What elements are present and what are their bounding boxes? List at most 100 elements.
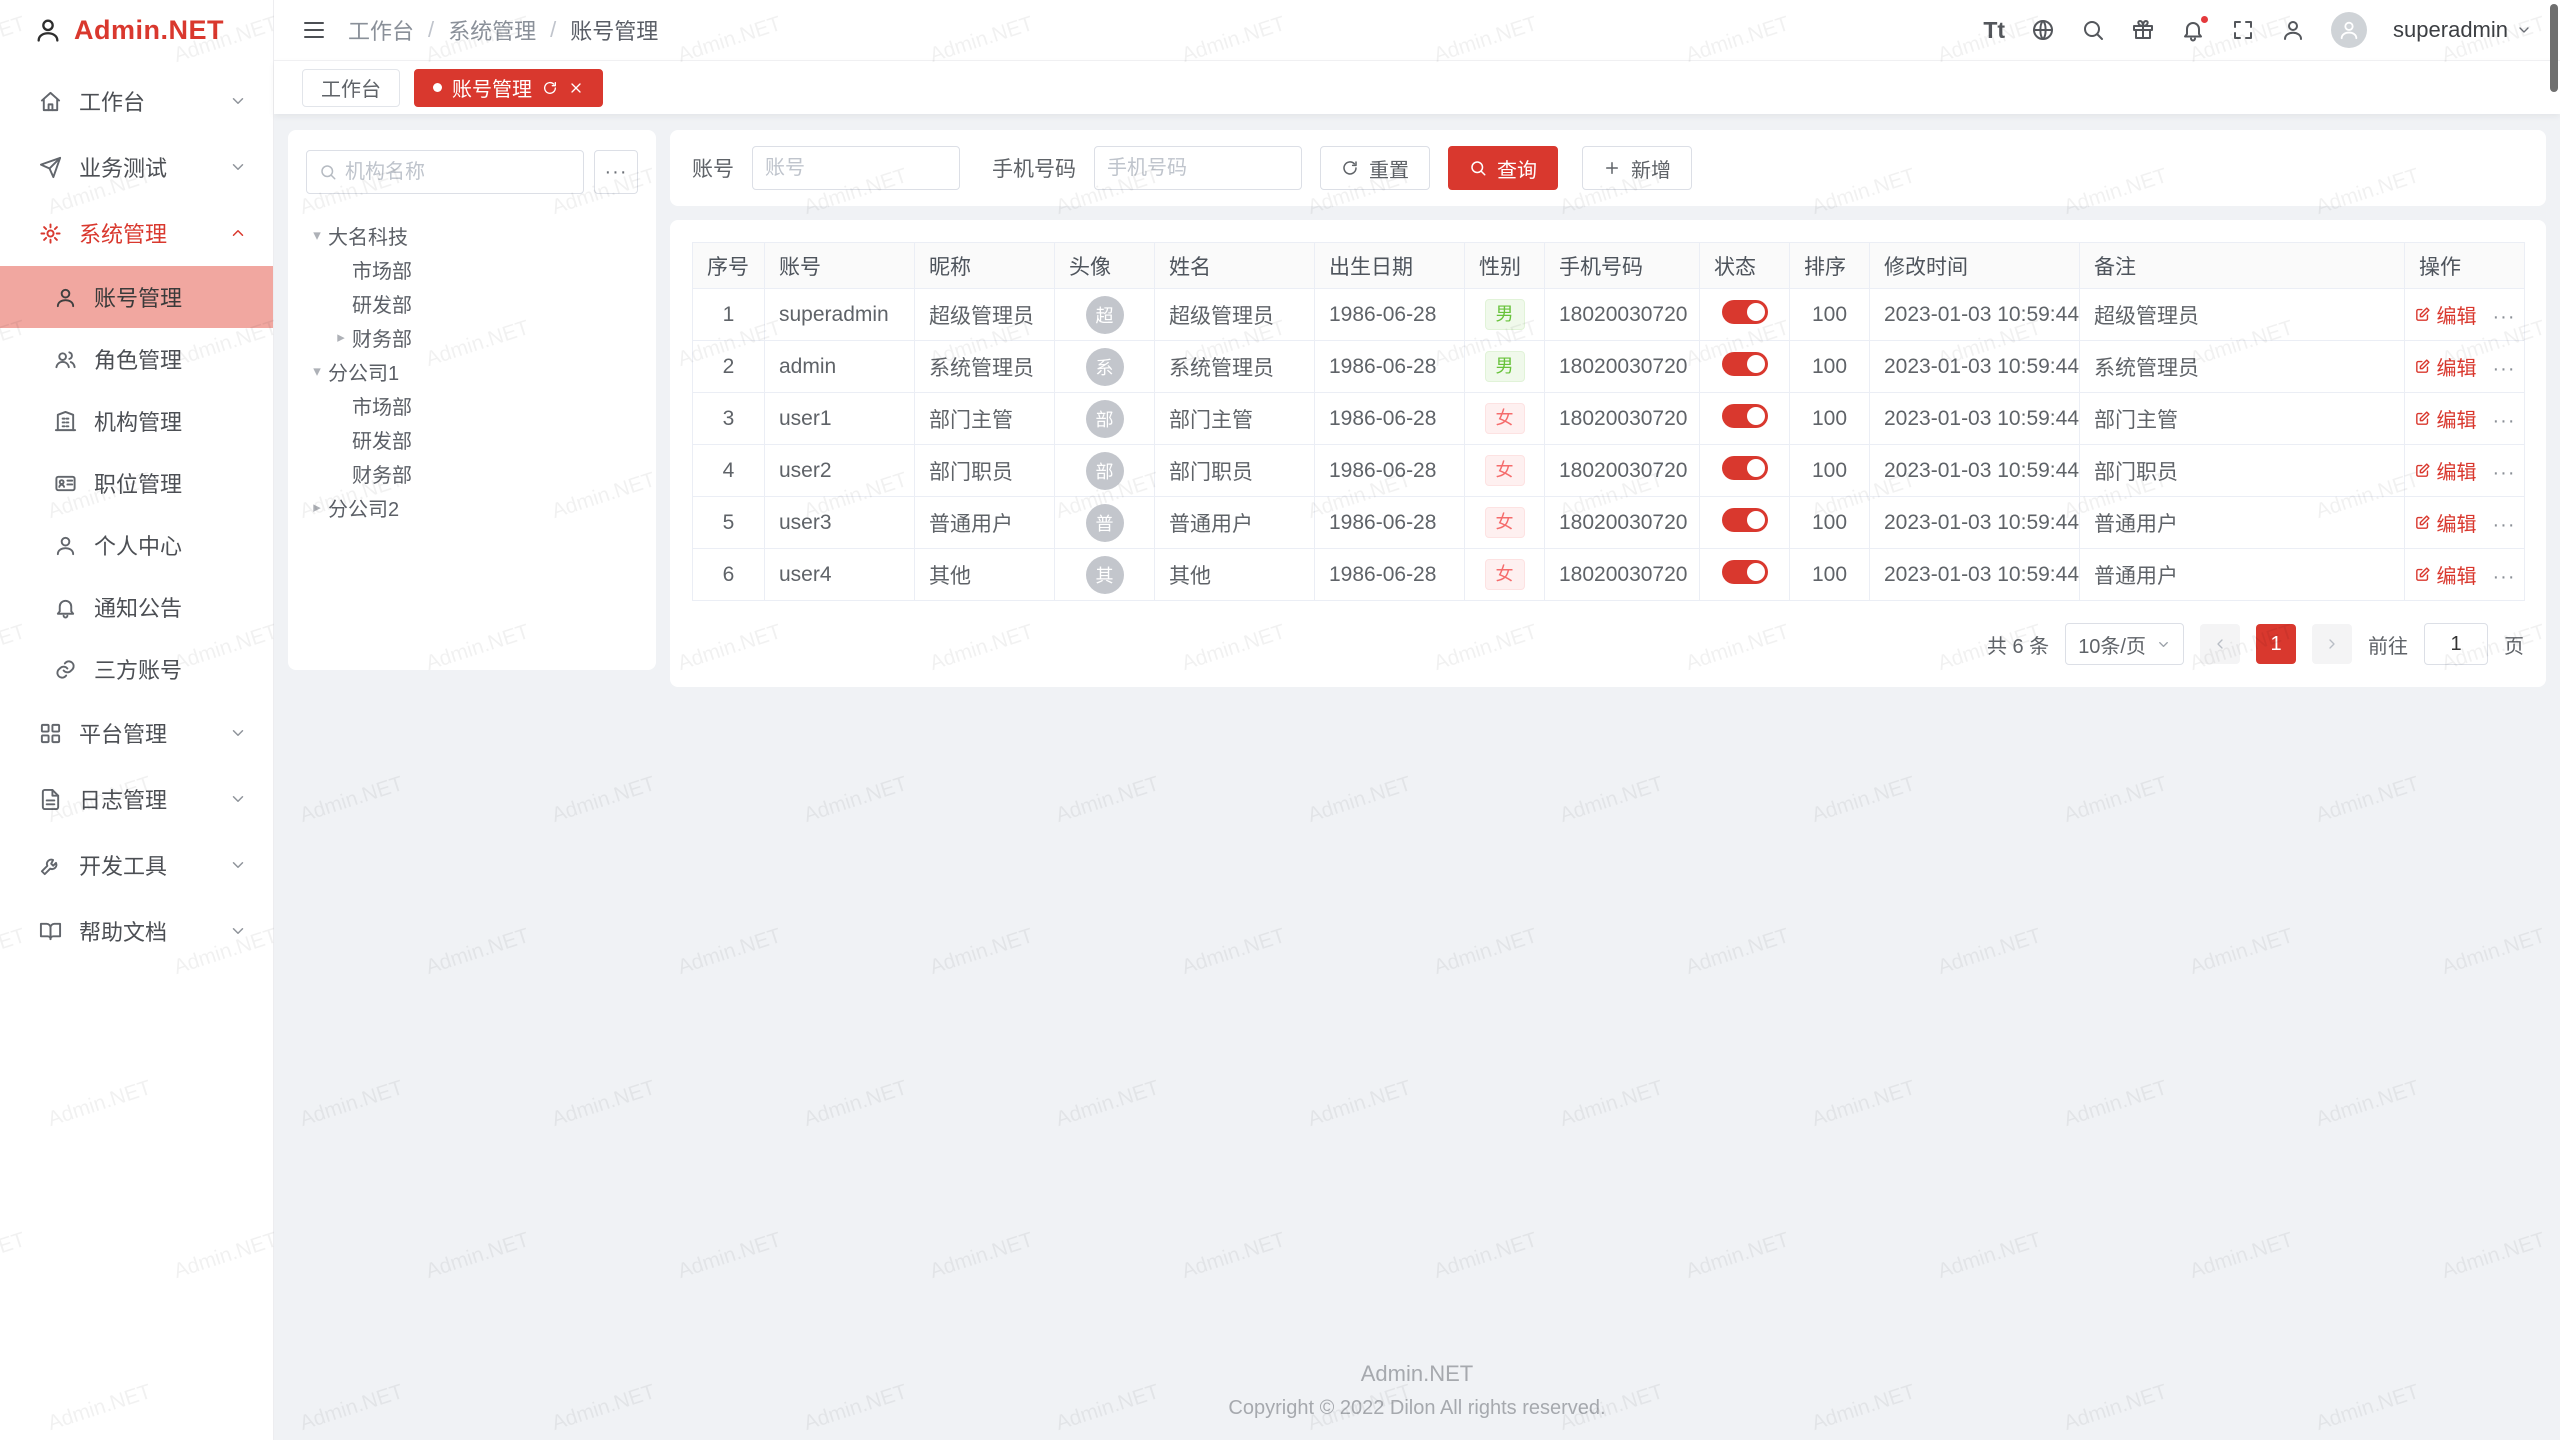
edit-button[interactable]: 编辑: [2414, 560, 2477, 589]
sidebar-item-log-management[interactable]: 日志管理: [0, 766, 273, 832]
page-number-1[interactable]: 1: [2256, 624, 2296, 664]
edit-icon: [2414, 566, 2431, 583]
tree-node[interactable]: ▾分公司1: [306, 354, 638, 388]
tree-node[interactable]: 市场部: [306, 252, 638, 286]
account-input[interactable]: [765, 157, 947, 180]
status-toggle[interactable]: [1722, 508, 1768, 532]
avatar: 部: [1086, 400, 1124, 438]
prev-page-button[interactable]: [2200, 624, 2240, 664]
edit-button[interactable]: 编辑: [2414, 456, 2477, 485]
account-field: [752, 146, 960, 190]
breadcrumb-item-system[interactable]: 系统管理: [448, 14, 536, 46]
scrollbar-thumb[interactable]: [2550, 4, 2558, 92]
breadcrumb-item-account: 账号管理: [570, 14, 658, 46]
caret-down-icon[interactable]: ▾: [306, 226, 328, 244]
edit-icon: [2414, 358, 2431, 375]
status-toggle[interactable]: [1722, 352, 1768, 376]
col-header: 账号: [765, 243, 915, 289]
col-header: 头像: [1055, 243, 1155, 289]
tab-workbench[interactable]: 工作台: [302, 69, 400, 107]
book-icon: [39, 920, 62, 943]
sidebar-item-business-test[interactable]: 业务测试: [0, 134, 273, 200]
breadcrumb-item-workbench[interactable]: 工作台: [348, 14, 414, 46]
plus-icon: [1603, 159, 1621, 177]
total-count: 共 6 条: [1987, 630, 2049, 659]
add-button[interactable]: 新增: [1582, 146, 1692, 190]
gift-icon[interactable]: [2131, 18, 2155, 42]
sidebar-item-post-management[interactable]: 职位管理: [0, 452, 273, 514]
sidebar-item-thirdparty-account[interactable]: 三方账号: [0, 638, 273, 700]
toggle-knob: [1747, 511, 1765, 529]
goto-page-input[interactable]: [2424, 623, 2488, 665]
edit-button[interactable]: 编辑: [2414, 352, 2477, 381]
user-menu[interactable]: superadmin: [2393, 17, 2532, 43]
col-header: 出生日期: [1315, 243, 1465, 289]
sidebar-item-org-management[interactable]: 机构管理: [0, 390, 273, 452]
chevron-down-icon: [229, 856, 247, 874]
next-page-button[interactable]: [2312, 624, 2352, 664]
tree-node[interactable]: 研发部: [306, 286, 638, 320]
chevron-down-icon: [229, 790, 247, 808]
sidebar-item-dev-tools[interactable]: 开发工具: [0, 832, 273, 898]
app-logo[interactable]: Admin.NET: [0, 0, 273, 60]
table-row: 6 user4 其他 其 其他 1986-06-28 女 18020030720: [693, 549, 2525, 601]
avatar: 普: [1086, 504, 1124, 542]
org-tree: ▾大名科技 市场部 研发部 ▸财务部 ▾分公司1 市场部 研发部 财务部 ▸分公…: [306, 218, 638, 524]
more-actions-button[interactable]: ···: [2493, 514, 2516, 536]
more-actions-button[interactable]: ···: [2493, 566, 2516, 588]
sidebar-item-personal-center[interactable]: 个人中心: [0, 514, 273, 576]
tree-node[interactable]: 财务部: [306, 456, 638, 490]
page-footer: Admin.NET Copyright © 2022 Dilon All rig…: [274, 1361, 2560, 1420]
status-toggle[interactable]: [1722, 404, 1768, 428]
close-icon[interactable]: [568, 80, 584, 96]
user-outline-icon[interactable]: [2281, 18, 2305, 42]
edit-button[interactable]: 编辑: [2414, 404, 2477, 433]
gender-badge: 男: [1485, 351, 1525, 383]
page-suffix: 页: [2504, 630, 2524, 659]
more-actions-button[interactable]: ···: [2493, 306, 2516, 328]
sidebar-item-system-management[interactable]: 系统管理: [0, 200, 273, 266]
caret-down-icon[interactable]: ▾: [306, 362, 328, 380]
table-row: 5 user3 普通用户 普 普通用户 1986-06-28 女 1802003…: [693, 497, 2525, 549]
tree-node[interactable]: ▸分公司2: [306, 490, 638, 524]
status-toggle[interactable]: [1722, 560, 1768, 584]
tab-account-management[interactable]: 账号管理: [414, 69, 603, 107]
active-tab-dot: [433, 83, 442, 92]
globe-icon[interactable]: [2031, 18, 2055, 42]
page-size-select[interactable]: 10条/页: [2065, 623, 2184, 665]
reset-button[interactable]: 重置: [1320, 146, 1430, 190]
refresh-icon[interactable]: [542, 80, 558, 96]
sidebar-item-platform-management[interactable]: 平台管理: [0, 700, 273, 766]
more-actions-button[interactable]: ···: [2493, 410, 2516, 432]
avatar[interactable]: [2331, 12, 2367, 48]
status-toggle[interactable]: [1722, 456, 1768, 480]
search-icon[interactable]: [2081, 18, 2105, 42]
sidebar-item-workbench[interactable]: 工作台: [0, 68, 273, 134]
font-size-icon[interactable]: Tt: [1983, 17, 2005, 44]
status-toggle[interactable]: [1722, 300, 1768, 324]
caret-right-icon[interactable]: ▸: [306, 498, 328, 516]
search-icon: [1469, 159, 1487, 177]
org-more-button[interactable]: ···: [594, 150, 638, 194]
sidebar-item-role-management[interactable]: 角色管理: [0, 328, 273, 390]
search-button[interactable]: 查询: [1448, 146, 1558, 190]
sidebar-item-notice[interactable]: 通知公告: [0, 576, 273, 638]
more-actions-button[interactable]: ···: [2493, 462, 2516, 484]
sidebar-item-help-docs[interactable]: 帮助文档: [0, 898, 273, 964]
gender-badge: 女: [1485, 559, 1525, 591]
edit-button[interactable]: 编辑: [2414, 300, 2477, 329]
col-header: 排序: [1790, 243, 1870, 289]
sidebar-item-account-management[interactable]: 账号管理: [0, 266, 273, 328]
caret-right-icon[interactable]: ▸: [330, 328, 352, 346]
tree-node[interactable]: 研发部: [306, 422, 638, 456]
more-actions-button[interactable]: ···: [2493, 358, 2516, 380]
notification-bell[interactable]: [2181, 18, 2205, 42]
tree-node[interactable]: ▸财务部: [306, 320, 638, 354]
tree-node[interactable]: ▾大名科技: [306, 218, 638, 252]
org-search-input[interactable]: [345, 161, 571, 184]
fullscreen-icon[interactable]: [2231, 18, 2255, 42]
menu-icon[interactable]: [302, 18, 326, 42]
phone-input[interactable]: [1107, 157, 1289, 180]
tree-node[interactable]: 市场部: [306, 388, 638, 422]
edit-button[interactable]: 编辑: [2414, 508, 2477, 537]
